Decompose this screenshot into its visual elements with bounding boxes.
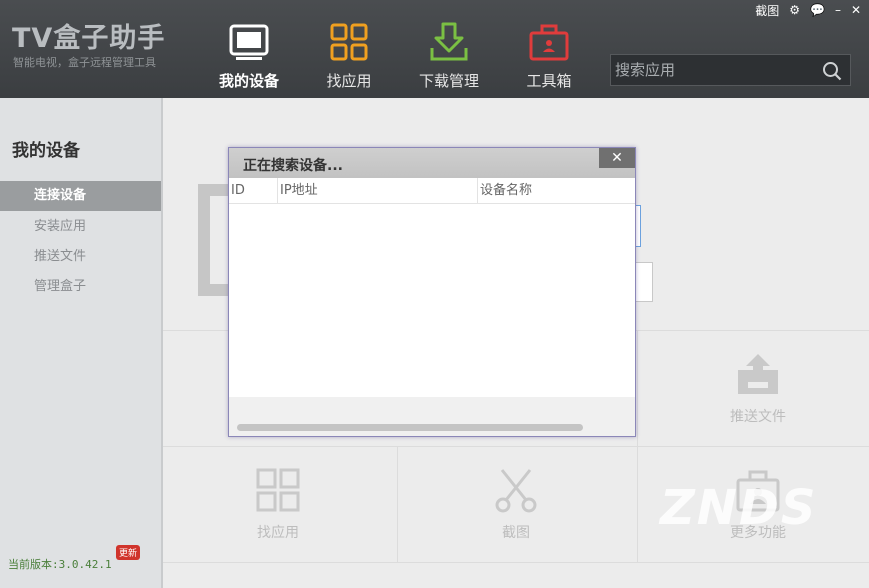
nav-toolbox-label: 工具箱 bbox=[526, 72, 572, 90]
screenshot-button[interactable]: 截图 bbox=[755, 2, 779, 19]
device-table-header: ID IP地址 设备名称 bbox=[229, 178, 635, 204]
tile-find-app-label: 找应用 bbox=[257, 525, 299, 541]
search-input[interactable] bbox=[615, 59, 815, 81]
tile-divider bbox=[163, 446, 869, 447]
column-header-id[interactable]: ID bbox=[229, 178, 277, 204]
nav-find-apps[interactable]: 找应用 bbox=[301, 20, 397, 92]
tile-screenshot[interactable]: 截图 bbox=[461, 466, 571, 542]
horizontal-scrollbar[interactable] bbox=[237, 424, 583, 431]
nav-my-devices[interactable]: 我的设备 bbox=[201, 20, 297, 92]
nav-download-manager-label: 下载管理 bbox=[418, 72, 479, 90]
window-controls: 截图 ⚙ 💬 – ✕ bbox=[755, 2, 861, 18]
dialog-title-bar[interactable]: 正在搜索设备... ✕ bbox=[229, 148, 635, 178]
nav-download-manager[interactable]: 下载管理 bbox=[401, 20, 497, 92]
dialog-title: 正在搜索设备... bbox=[243, 158, 343, 174]
sidebar: 我的设备 连接设备 安装应用 推送文件 管理盒子 更新 当前版本:3.0.42.… bbox=[0, 98, 163, 588]
minimize-button[interactable]: – bbox=[835, 3, 841, 17]
update-badge[interactable]: 更新 bbox=[116, 545, 141, 560]
connect-field-background bbox=[633, 262, 653, 302]
column-header-ip[interactable]: IP地址 bbox=[277, 178, 477, 204]
sidebar-title: 我的设备 bbox=[12, 141, 80, 161]
sidebar-item-manage-box[interactable]: 管理盒子 bbox=[0, 272, 161, 302]
search-icon[interactable] bbox=[822, 61, 842, 81]
close-button[interactable]: ✕ bbox=[851, 3, 861, 17]
tablet-icon bbox=[229, 24, 269, 60]
toolbox-icon bbox=[529, 24, 569, 61]
tile-push-file-label: 推送文件 bbox=[730, 409, 786, 425]
gear-icon[interactable]: ⚙ bbox=[789, 3, 800, 17]
search-device-dialog: 正在搜索设备... ✕ ID IP地址 设备名称 bbox=[228, 147, 636, 437]
download-icon bbox=[430, 22, 468, 61]
tile-screenshot-label: 截图 bbox=[502, 525, 530, 541]
nav-my-devices-label: 我的设备 bbox=[218, 72, 279, 90]
version-label: 当前版本:3.0.42.1 bbox=[8, 558, 112, 571]
tile-push-file[interactable]: 推送文件 bbox=[703, 350, 813, 426]
grid-icon bbox=[330, 23, 368, 61]
tile-divider bbox=[637, 330, 638, 562]
speech-bubble-icon[interactable]: 💬 bbox=[810, 3, 825, 17]
app-logo: TV盒子助手 bbox=[12, 23, 166, 54]
watermark-logo: ZNDS bbox=[660, 480, 818, 536]
tile-divider bbox=[397, 446, 398, 562]
device-table-body[interactable] bbox=[229, 205, 635, 397]
search-box bbox=[610, 54, 851, 86]
nav-find-apps-label: 找应用 bbox=[326, 72, 372, 90]
upload-tray-icon bbox=[738, 354, 778, 394]
nav-toolbox[interactable]: 工具箱 bbox=[501, 20, 597, 92]
app-tagline: 智能电视，盒子远程管理工具 bbox=[13, 56, 156, 69]
top-header: TV盒子助手 智能电视，盒子远程管理工具 我的设备 找应用 下载管理 工具箱 搜… bbox=[0, 0, 869, 98]
sidebar-item-push-file[interactable]: 推送文件 bbox=[0, 242, 161, 272]
dialog-close-button[interactable]: ✕ bbox=[599, 148, 635, 168]
scissors-icon bbox=[495, 469, 537, 513]
column-header-device-name[interactable]: 设备名称 bbox=[477, 178, 635, 204]
sidebar-item-install-app[interactable]: 安装应用 bbox=[0, 212, 161, 242]
tile-find-app[interactable]: 找应用 bbox=[223, 466, 333, 542]
sidebar-item-connect-device[interactable]: 连接设备 bbox=[0, 181, 161, 211]
dialog-footer bbox=[229, 397, 635, 436]
grid-icon bbox=[256, 468, 300, 512]
tile-divider bbox=[163, 562, 869, 563]
